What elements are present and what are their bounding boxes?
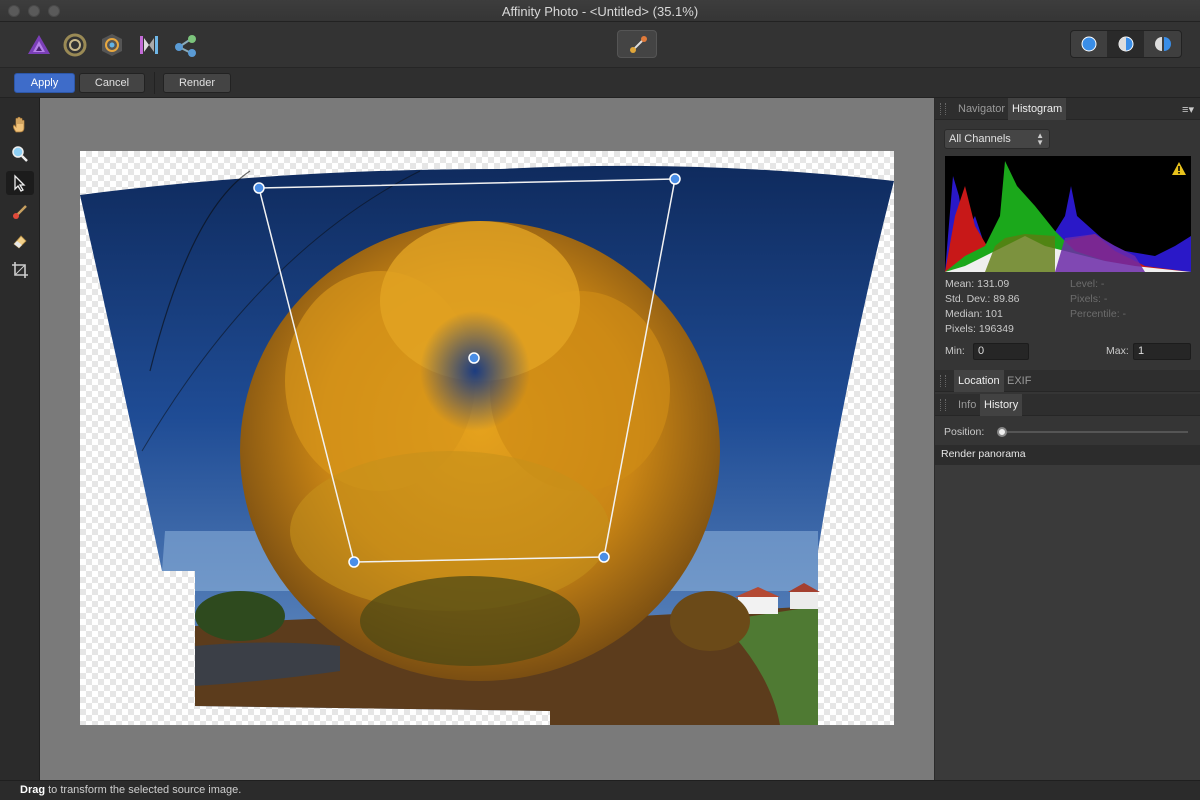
history-position-slider[interactable] [997,427,1007,437]
panel-grip[interactable] [940,103,946,115]
view-mode-split-button[interactable] [1107,31,1145,57]
transform-handle-bottom-right[interactable] [598,551,610,563]
circle-icon [1081,36,1097,52]
develop-persona-icon[interactable] [99,32,125,58]
arrow-pointer-icon [14,174,26,192]
tab-exif[interactable]: EXIF [1003,370,1035,392]
status-action: Drag [20,784,46,796]
tone-mapping-persona-icon[interactable] [136,32,162,58]
transform-handle-top-right[interactable] [669,173,681,185]
tab-info[interactable]: Info [954,394,980,416]
brush-icon [630,36,647,53]
eraser-icon [13,235,27,249]
transform-handle-top-left[interactable] [253,182,265,194]
panel-grip[interactable] [940,399,946,411]
cancel-button[interactable]: Cancel [79,73,145,93]
status-message: to transform the selected source image. [45,784,242,796]
location-tab-strip: Location EXIF [935,370,1200,392]
histogram-stats-left: Mean: 131.09 Std. Dev.: 89.86 Median: 10… [945,277,1020,337]
export-persona-icon[interactable] [173,32,199,58]
view-tool[interactable] [6,113,34,137]
canvas-area[interactable] [40,98,934,780]
liquify-persona-icon[interactable] [62,32,88,58]
source-image-brush[interactable] [6,200,34,224]
window-title: Affinity Photo - <Untitled> (35.1%) [501,4,699,19]
tab-navigator[interactable]: Navigator [954,98,1009,120]
updown-arrows-icon: ▲ ▼ [1036,131,1044,147]
title-bar: Affinity Photo - <Untitled> (35.1%) [0,0,1200,22]
crop-tool[interactable] [6,258,34,282]
apply-button[interactable]: Apply [14,73,75,93]
history-list-area [935,465,1200,780]
channel-select[interactable]: All Channels ▲ ▼ [944,129,1050,149]
transform-handle-bottom-left[interactable] [348,556,360,568]
tab-histogram[interactable]: Histogram [1008,98,1067,120]
brush-tool-button[interactable] [617,30,657,58]
panel-grip[interactable] [940,375,946,387]
zoom-tool[interactable] [6,142,34,166]
transform-handle-center[interactable] [468,352,480,364]
warning-icon[interactable] [1172,162,1186,178]
tools-panel [0,98,40,780]
stat-mean: Mean: 131.09 [945,278,1010,290]
stat-percentile: Percentile: - [1070,308,1127,320]
stat-pixels: Pixels: 196349 [945,323,1014,335]
position-label: Position: [944,426,985,438]
hand-icon [13,116,25,133]
stat-level: Level: - [1070,278,1105,290]
status-bar: Drag to transform the selected source im… [0,780,1200,800]
render-button[interactable]: Render [163,73,231,93]
min-field[interactable]: 0 [973,343,1029,360]
histogram-stats-right: Level: - Pixels: - Percentile: - [1070,277,1126,322]
split-circle-icon [1118,36,1133,52]
panorama-document[interactable] [80,151,894,725]
max-label: Max: [1106,345,1129,357]
stat-median: Median: 101 [945,308,1003,320]
panorama-image[interactable] [80,151,894,725]
crop-icon [12,262,28,278]
photo-persona-icon[interactable] [26,32,52,58]
view-mode-single-button[interactable] [1071,31,1108,57]
tab-history[interactable]: History [980,394,1023,416]
max-field[interactable]: 1 [1133,343,1191,360]
min-label: Min: [945,345,965,357]
source-image-eraser[interactable] [6,229,34,253]
view-mode-mirrored-button[interactable] [1144,31,1181,57]
channel-select-value: All Channels [949,133,1011,145]
source-image-transform-tool[interactable] [6,171,34,195]
persona-toolbar [0,22,1200,68]
context-toolbar: Apply Cancel Render [0,68,1200,98]
histogram-graph [945,156,1191,272]
magnifier-icon [12,146,28,162]
toolbar-divider [154,72,155,94]
stat-pixels-sample: Pixels: - [1070,293,1108,305]
paintbrush-icon [13,205,27,219]
panel-menu-icon[interactable]: ≡▾ [1182,103,1194,116]
info-tab-strip: Info History [935,394,1200,416]
history-position-track[interactable] [998,431,1188,433]
history-item[interactable]: Render panorama [935,445,1200,465]
histogram-tab-strip: Navigator Histogram ≡▾ [935,98,1200,120]
tab-location[interactable]: Location [954,370,1004,392]
house [790,591,818,609]
stat-std-dev: Std. Dev.: 89.86 [945,293,1020,305]
mirror-circle-icon [1154,37,1171,51]
right-panel: Navigator Histogram ≡▾ All Channels ▲ ▼ M… [935,98,1200,780]
view-mode-group [1070,30,1182,58]
